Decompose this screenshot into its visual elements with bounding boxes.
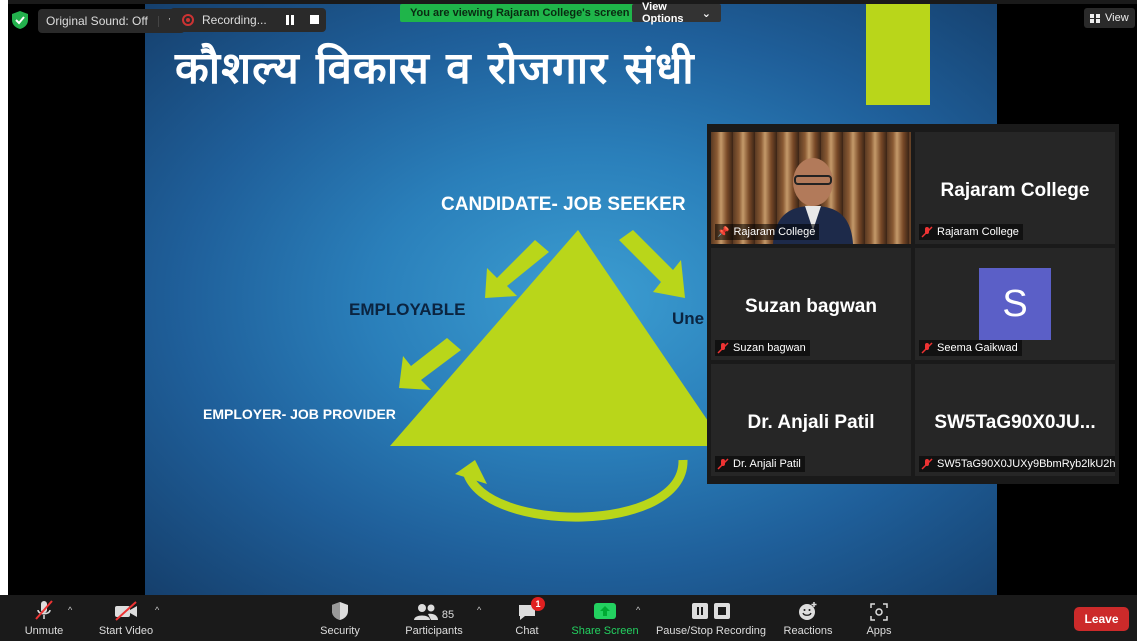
participant-tile[interactable]: SW5TaG90X0JU... SW5TaG90X0JUXy9BbmRyb2lk… (915, 364, 1115, 476)
chat-unread-badge: 1 (531, 597, 545, 611)
viewing-screen-banner: You are viewing Rajaram College's screen (400, 4, 640, 22)
participant-name: Rajaram College (733, 226, 816, 238)
view-options-button[interactable]: View Options ⌄ (632, 1, 721, 25)
mic-muted-icon (717, 342, 729, 354)
arrow-right-upper (619, 230, 685, 298)
participant-display-name: SW5TaG90X0JU... (934, 412, 1096, 433)
participant-tile[interactable]: Rajaram College Rajaram College (915, 132, 1115, 244)
video-off-icon (115, 601, 137, 621)
share-screen-icon (594, 603, 616, 619)
unemployable-label: Une (672, 309, 705, 328)
recording-dot-icon (182, 14, 194, 26)
participant-name-tag: 📌 Rajaram College (715, 224, 820, 240)
grid-view-icon (1090, 13, 1100, 23)
participant-display-name: Suzan bagwan (745, 296, 877, 317)
employer-label: EMPLOYER- JOB PROVIDER (203, 406, 396, 422)
participants-button[interactable]: 85 Participants (402, 595, 466, 641)
participant-name-tag: Suzan bagwan (715, 340, 810, 356)
start-video-button[interactable]: Start Video (96, 595, 156, 641)
share-screen-label: Share Screen (571, 625, 639, 637)
participant-display-name: Dr. Anjali Patil (747, 412, 875, 433)
leave-button[interactable]: Leave (1074, 607, 1129, 631)
apps-icon (870, 603, 888, 621)
candidate-label: CANDIDATE- JOB SEEKER (441, 194, 686, 215)
original-sound-label: Original Sound: Off (46, 14, 148, 28)
pause-stop-recording-button[interactable]: Pause/Stop Recording (656, 595, 766, 641)
participant-display-name: Rajaram College (940, 180, 1090, 201)
security-label: Security (320, 625, 360, 637)
slide-title: कौशल्य विकास व रोजगार संधी (175, 43, 695, 94)
triangle-shape (390, 230, 725, 446)
start-video-label: Start Video (98, 625, 154, 637)
reactions-button[interactable]: Reactions (782, 595, 834, 641)
slide-accent-block (866, 4, 930, 105)
stop-recording-icon[interactable] (310, 15, 319, 24)
pause-stop-recording-icon (692, 603, 730, 619)
encryption-shield-icon[interactable] (10, 10, 30, 30)
participant-tile[interactable]: Dr. Anjali Patil Dr. Anjali Patil (711, 364, 911, 476)
security-shield-icon (332, 602, 348, 620)
participant-name: Seema Gaikwad (937, 342, 1018, 354)
video-options-chevron-icon[interactable]: ^ (155, 605, 159, 615)
chat-label: Chat (515, 625, 539, 637)
meeting-toolbar: Unmute ^ Start Video ^ Security 85 Parti… (0, 595, 1137, 641)
pin-icon: 📌 (717, 226, 730, 238)
chevron-down-icon: ⌄ (701, 7, 711, 20)
participant-name: SW5TaG90X0JUXy9BbmRyb2lkU2h... (937, 458, 1115, 470)
view-options-label: View Options (642, 1, 684, 25)
employable-label: EMPLOYABLE (349, 300, 466, 319)
participant-name-tag: SW5TaG90X0JUXy9BbmRyb2lkU2h... (919, 456, 1115, 472)
participants-icon (413, 604, 438, 620)
zoom-meeting-window: कौशल्य विकास व रोजगार संधी CANDIDATE- JO… (0, 0, 1137, 641)
participant-tile[interactable]: S Seema Gaikwad (915, 248, 1115, 360)
apps-label: Apps (866, 625, 892, 637)
view-label: View (1105, 12, 1129, 24)
unmute-label: Unmute (24, 625, 64, 637)
apps-button[interactable]: Apps (862, 595, 896, 641)
mic-muted-icon (717, 458, 729, 470)
pause-recording-icon[interactable] (286, 15, 294, 25)
participant-name: Suzan bagwan (733, 342, 806, 354)
recording-indicator: Recording... (170, 8, 326, 32)
share-screen-button[interactable]: Share Screen (571, 595, 639, 641)
participant-avatar: S (979, 268, 1051, 340)
window-edge (0, 0, 8, 595)
mic-muted-icon (921, 342, 933, 354)
audio-options-chevron-icon[interactable]: ^ (68, 605, 72, 615)
participant-count: 85 (441, 609, 455, 621)
participants-options-chevron-icon[interactable]: ^ (477, 605, 481, 615)
security-button[interactable]: Security (318, 595, 362, 641)
original-sound-toggle[interactable]: Original Sound: Off ▼ (38, 9, 185, 33)
reactions-label: Reactions (783, 625, 833, 637)
mic-muted-icon (921, 458, 933, 470)
participant-name: Dr. Anjali Patil (733, 458, 801, 470)
unmute-button[interactable]: Unmute (22, 595, 66, 641)
participant-name-tag: Dr. Anjali Patil (715, 456, 805, 472)
recording-label: Recording... (202, 13, 267, 27)
participant-name-tag: Seema Gaikwad (919, 340, 1022, 356)
cycle-arrow (462, 459, 688, 522)
reactions-smiley-icon (799, 602, 817, 620)
share-options-chevron-icon[interactable]: ^ (636, 605, 640, 615)
participant-tile[interactable]: Suzan bagwan Suzan bagwan (711, 248, 911, 360)
participants-label: Participants (405, 625, 463, 637)
participant-tile[interactable]: 📌 Rajaram College (711, 132, 911, 244)
participant-gallery: 📌 Rajaram College Rajaram College Rajara… (707, 124, 1119, 484)
participant-name: Rajaram College (937, 226, 1019, 238)
mic-muted-icon (921, 226, 933, 238)
view-button[interactable]: View (1084, 8, 1135, 28)
mic-muted-icon (35, 600, 53, 620)
pause-stop-recording-label: Pause/Stop Recording (655, 625, 767, 637)
participant-name-tag: Rajaram College (919, 224, 1023, 240)
